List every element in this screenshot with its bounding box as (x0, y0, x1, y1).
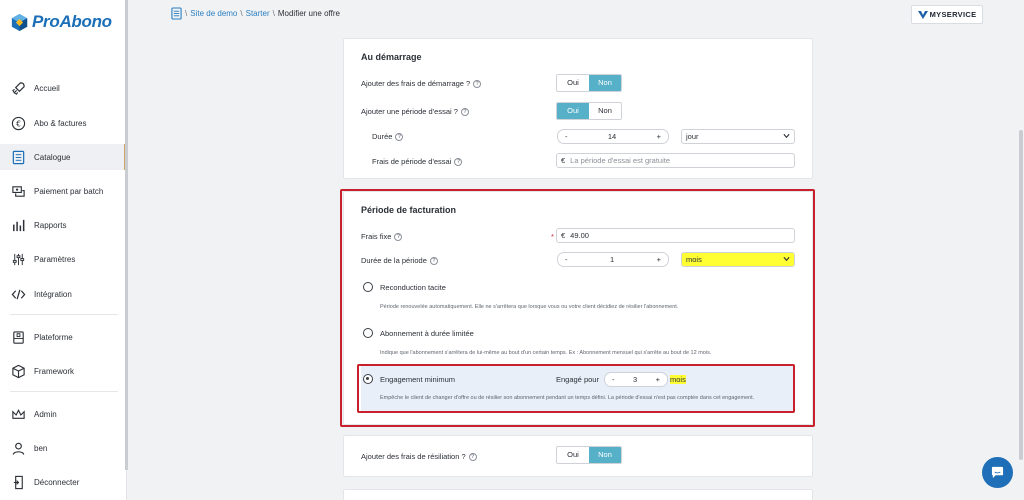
sidebar-divider (10, 391, 118, 392)
startup-title: Au démarrage (361, 52, 422, 62)
trial-yes[interactable]: Oui (557, 103, 589, 119)
proabono-logo[interactable]: ProAbono (11, 12, 112, 32)
help-icon[interactable]: ? (454, 157, 463, 166)
sidebar-item-label: Framework (34, 366, 75, 376)
trial-duration-unit-value: jour (686, 132, 699, 141)
termination-fee-no[interactable]: Non (589, 447, 621, 463)
termination-fee-yes[interactable]: Oui (557, 447, 589, 463)
document-icon (171, 7, 182, 20)
help-icon[interactable]: ? (395, 132, 404, 141)
crown-icon (12, 408, 25, 419)
sidebar-item-label: Plateforme (34, 332, 73, 342)
help-icon[interactable]: ? (468, 452, 477, 461)
main-scrollbar[interactable] (1019, 130, 1023, 460)
sidebar-item-user[interactable]: ben (0, 435, 126, 461)
sidebar: ProAbono Accueil € Abo & factures Catalo… (0, 0, 127, 500)
trial-toggle[interactable]: Oui Non (556, 102, 622, 120)
brand-name: ProAbono (32, 12, 112, 31)
setup-fee-label: Ajouter des frais de démarrage ? ? (361, 79, 482, 88)
breadcrumb-site[interactable]: Site de demo (190, 9, 237, 18)
sidebar-item-label: Déconnecter (34, 477, 80, 487)
trial-duration-value[interactable]: 14 (568, 132, 657, 141)
trial-fee-input[interactable]: € La période d'essai est gratuite (556, 153, 795, 168)
euro-icon: € (11, 116, 26, 130)
sidebar-item-integration[interactable]: Intégration (0, 281, 126, 307)
rocket-icon (12, 81, 25, 95)
duration-label: Durée ? (372, 132, 404, 141)
termination-fee-toggle[interactable]: Oui Non (556, 446, 622, 464)
sidebar-item-rapports[interactable]: Rapports (0, 212, 126, 238)
sidebar-scrollbar[interactable] (125, 0, 128, 470)
sidebar-item-catalogue[interactable]: Catalogue (0, 144, 126, 170)
sidebar-item-label: Intégration (34, 289, 72, 299)
setup-fee-no[interactable]: Non (589, 75, 621, 91)
logout-icon (13, 475, 23, 489)
sidebar-item-label: Abo & factures (34, 118, 87, 128)
termination-fee-label: Ajouter des frais de résiliation ? ? (361, 452, 477, 461)
commitment-highlight-frame (357, 364, 795, 413)
sidebar-item-label: Catalogue (34, 152, 71, 162)
help-icon[interactable]: ? (473, 79, 482, 88)
trial-duration-unit-select[interactable]: jour (681, 129, 795, 144)
sidebar-item-accueil[interactable]: Accueil (0, 75, 126, 101)
next-card (343, 489, 813, 500)
chevron-down-icon (783, 133, 790, 139)
setup-fee-text: Ajouter des frais de démarrage ? (361, 79, 471, 88)
increment-button[interactable]: + (657, 132, 661, 141)
breadcrumb-current: Modifier une offre (277, 9, 340, 18)
code-icon (11, 289, 26, 299)
sidebar-item-framework[interactable]: Framework (0, 358, 126, 384)
badge-text: MYSERVICE (929, 10, 977, 19)
sidebar-item-abo-factures[interactable]: € Abo & factures (0, 110, 126, 136)
breadcrumb-separator: \ (185, 9, 188, 18)
trial-fee-placeholder: La période d'essai est gratuite (570, 156, 671, 165)
breadcrumb-offer[interactable]: Starter (246, 9, 270, 18)
top-bar: \ Site de demo \ Starter \ Modifier une … (128, 0, 1024, 28)
myservice-logo-icon (917, 10, 928, 19)
sidebar-item-label: Paramètres (34, 254, 76, 264)
breadcrumb-separator: \ (240, 9, 243, 18)
sidebar-item-admin[interactable]: Admin (0, 401, 126, 427)
sidebar-item-plateforme[interactable]: Plateforme (0, 324, 126, 350)
sliders-icon (12, 253, 25, 265)
breadcrumb-separator: \ (272, 9, 275, 18)
catalogue-icon (12, 150, 25, 164)
trial-fee-text: Frais de période d'essai (372, 157, 452, 166)
trial-label: Ajouter une période d'essai ? ? (361, 107, 469, 116)
sidebar-item-label: ben (34, 443, 48, 453)
sidebar-item-label: Rapports (34, 220, 67, 230)
termination-card: Ajouter des frais de résiliation ? ? Oui… (343, 435, 813, 477)
chat-icon (991, 466, 1004, 479)
sidebar-item-deconnecter[interactable]: Déconnecter (0, 469, 126, 495)
duration-text: Durée (372, 132, 393, 141)
trial-text: Ajouter une période d'essai ? (361, 107, 458, 116)
payment-batch-icon (12, 185, 25, 197)
startup-card: Au démarrage Ajouter des frais de démarr… (343, 38, 813, 179)
cube-icon (12, 364, 25, 378)
termination-fee-text: Ajouter des frais de résiliation ? (361, 452, 466, 461)
trial-no[interactable]: Non (589, 103, 621, 119)
trial-duration-stepper[interactable]: - 14 + (557, 129, 669, 144)
setup-fee-toggle[interactable]: Oui Non (556, 74, 622, 92)
sidebar-item-label: Accueil (34, 83, 60, 93)
setup-fee-yes[interactable]: Oui (557, 75, 589, 91)
sidebar-item-label: Paiement par batch (34, 186, 104, 196)
sidebar-item-paiement-batch[interactable]: Paiement par batch (0, 178, 126, 204)
sidebar-divider (10, 314, 118, 315)
chat-button[interactable] (982, 457, 1013, 488)
platform-icon (13, 330, 24, 344)
breadcrumb: \ Site de demo \ Starter \ Modifier une … (171, 7, 340, 20)
sidebar-item-label: Admin (34, 409, 57, 419)
sidebar-item-parametres[interactable]: Paramètres (0, 246, 126, 272)
myservice-badge[interactable]: MYSERVICE (911, 5, 983, 24)
svg-text:€: € (16, 119, 21, 128)
currency-symbol: € (561, 156, 566, 165)
bar-chart-icon (13, 219, 25, 231)
user-icon (12, 442, 25, 455)
help-icon[interactable]: ? (460, 107, 469, 116)
trial-fee-label: Frais de période d'essai ? (372, 157, 463, 166)
logo-icon (11, 13, 28, 31)
